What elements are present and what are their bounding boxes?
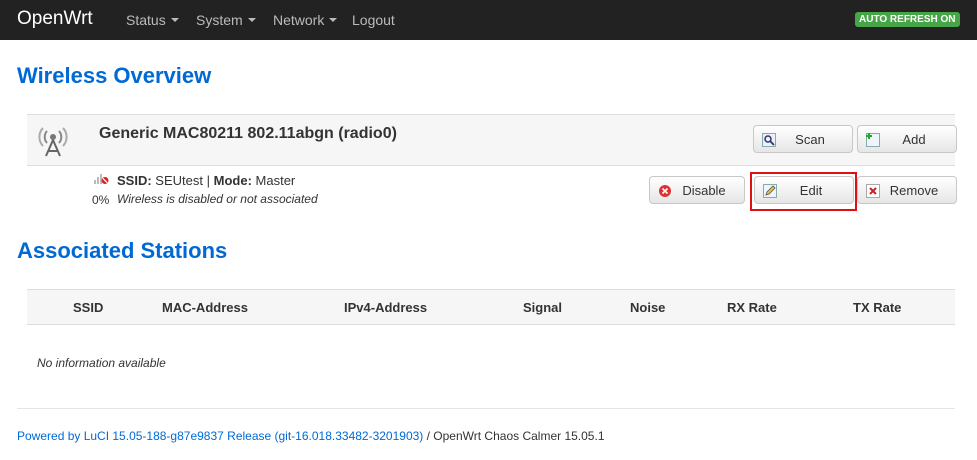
nav-status[interactable]: Status (126, 12, 179, 28)
radio-name: Generic MAC80211 802.11abgn (radio0) (99, 125, 397, 142)
signal-disabled-icon (94, 174, 109, 184)
nav-logout[interactable]: Logout (352, 12, 395, 28)
column-header: TX Rate (853, 300, 902, 315)
radio-row: Generic MAC80211 802.11abgn (radio0) Sca… (27, 114, 957, 166)
signal-percent: 0% (92, 193, 110, 207)
brand-logo[interactable]: OpenWrt (17, 8, 93, 30)
column-header: IPv4-Address (344, 300, 428, 315)
nav-logout-label: Logout (352, 12, 395, 28)
add-button[interactable]: Add (857, 125, 957, 153)
edit-button-highlight (750, 172, 857, 211)
chevron-down-icon (247, 18, 256, 23)
wireless-antenna-icon (38, 127, 68, 157)
nav-system-label: System (196, 12, 243, 28)
mode-label: Mode: (213, 173, 252, 188)
chevron-down-icon (329, 18, 338, 23)
chevron-down-icon (170, 18, 179, 23)
auto-refresh-badge[interactable]: AUTO REFRESH ON (855, 12, 960, 27)
nav-status-label: Status (126, 12, 166, 28)
nav-network[interactable]: Network (273, 12, 338, 28)
footer-divider (17, 408, 955, 409)
separator: | (206, 173, 210, 188)
stations-title: Associated Stations (17, 238, 228, 263)
column-header: Noise (630, 300, 666, 315)
column-header: RX Rate (727, 300, 777, 315)
page-title: Wireless Overview (17, 63, 212, 88)
ssid-mode-line: SSID: SEUtest | Mode: Master (117, 173, 295, 188)
disable-button-label: Disable (682, 183, 726, 198)
footer-suffix: / OpenWrt Chaos Calmer 15.05.1 (423, 429, 605, 443)
remove-button-label: Remove (889, 183, 939, 198)
column-header: SSID (73, 300, 104, 315)
ssid-value: SEUtest (155, 173, 203, 188)
scan-button-label: Scan (795, 132, 825, 147)
nav-network-label: Network (273, 12, 325, 28)
scan-button[interactable]: Scan (753, 125, 853, 153)
footer: Powered by LuCI 15.05-188-g87e9837 Relea… (17, 429, 605, 443)
nav-system[interactable]: System (196, 12, 256, 28)
disable-button[interactable]: Disable (649, 176, 745, 204)
top-navbar: OpenWrt Status System Network Logout AUT… (0, 0, 977, 40)
remove-button[interactable]: Remove (857, 176, 957, 204)
add-button-label: Add (902, 132, 926, 147)
stations-table-header: SSID MAC-Address IPv4-Address Signal Noi… (27, 289, 955, 325)
wireless-status: Wireless is disabled or not associated (117, 192, 318, 206)
mode-value: Master (255, 173, 296, 188)
column-header: MAC-Address (162, 300, 248, 315)
ssid-label: SSID: (117, 173, 152, 188)
column-header: Signal (523, 300, 563, 315)
empty-table-message: No information available (37, 356, 166, 370)
luci-version-link[interactable]: Powered by LuCI 15.05-188-g87e9837 Relea… (17, 429, 423, 443)
